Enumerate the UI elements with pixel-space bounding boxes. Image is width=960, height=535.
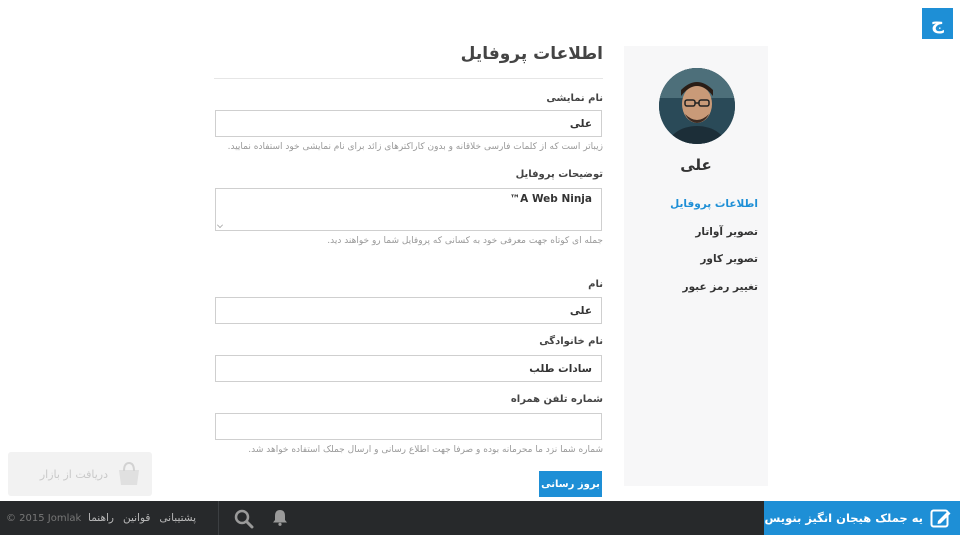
footer-divider	[218, 501, 219, 535]
profile-menu: اطلاعات پروفایل تصویر آواتار تصویر کاور …	[670, 198, 758, 308]
first-name-input[interactable]	[215, 297, 602, 324]
last-name-label: نام خانوادگی	[539, 336, 603, 347]
mobile-label: شماره تلفن همراه	[510, 394, 603, 405]
footer-bar: یه جملک هیجان انگیز بنویس پشتیبانی قوانی…	[0, 501, 960, 535]
display-name-help: زیباتر است که از کلمات فارسی خلاقانه و ب…	[227, 142, 603, 152]
notifications-bell-icon[interactable]	[272, 509, 288, 526]
menu-item-cover[interactable]: تصویر کاور	[670, 253, 758, 281]
profile-sidebar: علی اطلاعات پروفایل تصویر آواتار تصویر ک…	[624, 46, 768, 486]
footer-links: پشتیبانی قوانین راهنما	[88, 512, 196, 524]
page-title: اطلاعات پروفایل	[460, 44, 603, 64]
bio-help: جمله ای کوتاه جهت معرفی خود به کسانی که …	[327, 236, 603, 246]
footer-link-rules[interactable]: قوانین	[123, 512, 150, 524]
menu-item-avatar[interactable]: تصویر آواتار	[670, 226, 758, 254]
bazaar-label: دریافت از بازار	[39, 467, 108, 481]
avatar	[659, 68, 735, 144]
search-icon[interactable]	[234, 509, 254, 529]
jomlak-logo[interactable]: ج	[922, 8, 953, 39]
menu-item-profile-info[interactable]: اطلاعات پروفایل	[670, 198, 758, 226]
bio-label: توضیحات پروفایل	[515, 169, 603, 180]
copyright: © 2015 Jomlak	[6, 513, 82, 524]
title-divider	[214, 78, 603, 79]
footer-link-support[interactable]: پشتیبانی	[159, 512, 196, 524]
last-name-input[interactable]	[215, 355, 602, 382]
user-name: علی	[680, 156, 712, 174]
bio-textarea[interactable]: A Web Ninja™	[215, 188, 602, 231]
compose-label: یه جملک هیجان انگیز بنویس	[764, 511, 923, 525]
compose-button[interactable]: یه جملک هیجان انگیز بنویس	[764, 501, 960, 535]
mobile-help: شماره شما نزد ما محرمانه بوده و صرفا جهت…	[248, 445, 603, 455]
update-button[interactable]: بروز رسانی	[539, 471, 602, 497]
mobile-input[interactable]	[215, 413, 602, 440]
display-name-input[interactable]	[215, 110, 602, 137]
first-name-label: نام	[588, 279, 603, 290]
bazaar-download-badge[interactable]: دریافت از بازار	[8, 452, 152, 496]
menu-item-change-password[interactable]: تغییر رمز عبور	[670, 281, 758, 309]
edit-icon	[930, 509, 951, 528]
display-name-label: نام نمایشی	[546, 93, 603, 104]
footer-link-help[interactable]: راهنما	[88, 512, 114, 524]
shopping-bag-icon	[119, 462, 139, 485]
